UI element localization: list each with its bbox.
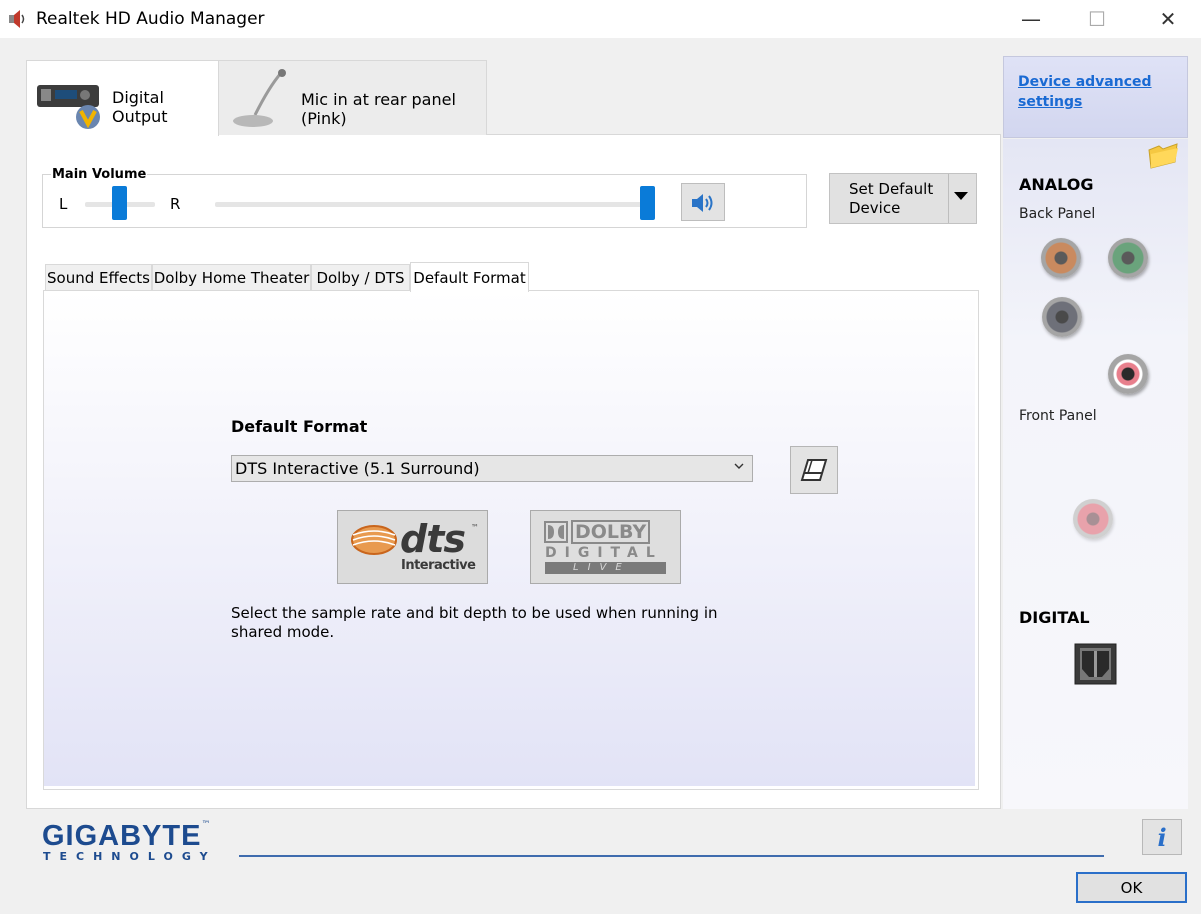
- tab-mic-rear-panel-label: Mic in at rear panel (Pink): [301, 90, 456, 128]
- set-default-device-label: Set Default Device: [849, 180, 933, 218]
- info-icon: i: [1157, 822, 1167, 852]
- eraser-icon: [800, 459, 828, 481]
- default-format-background: [44, 291, 975, 786]
- maximize-button[interactable]: ☐: [1074, 0, 1120, 38]
- tab-default-format[interactable]: Default Format: [410, 262, 529, 292]
- device-advanced-settings-link[interactable]: Device advanced settings: [1018, 72, 1152, 112]
- dts-interactive-button[interactable]: dts ™ Interactive: [337, 510, 488, 584]
- jack-gray[interactable]: [1042, 297, 1082, 337]
- dts-logo-tm: ™: [471, 523, 479, 532]
- balance-slider-thumb[interactable]: [112, 186, 127, 220]
- jack-green[interactable]: [1108, 238, 1148, 278]
- set-default-line2: Device: [849, 199, 901, 217]
- connector-panel: [1003, 139, 1188, 809]
- set-default-line1: Set Default: [849, 180, 934, 198]
- analog-heading: ANALOG: [1019, 175, 1094, 194]
- dolby-digital-live-button[interactable]: DOLBY DIGITAL LIVE: [530, 510, 681, 584]
- tab-dolby-home-theater[interactable]: Dolby Home Theater: [152, 264, 311, 291]
- jack-front-pink[interactable]: [1073, 499, 1113, 539]
- folder-icon[interactable]: [1145, 140, 1181, 170]
- advanced-link-line1: Device advanced: [1018, 74, 1152, 90]
- tab-digital-output[interactable]: Digital Output: [26, 60, 219, 136]
- advanced-link-line2: settings: [1018, 94, 1083, 110]
- minimize-button[interactable]: —: [1008, 0, 1054, 38]
- footer-divider: [239, 855, 1104, 857]
- front-panel-label: Front Panel: [1019, 408, 1097, 424]
- gigabyte-logo-sub: TECHNOLOGY: [43, 850, 217, 863]
- balance-right-label: R: [170, 195, 181, 213]
- dts-logo-sub: Interactive: [401, 558, 476, 573]
- chevron-down-icon: [734, 463, 744, 469]
- digital-heading: DIGITAL: [1019, 608, 1090, 627]
- default-format-description: Select the sample rate and bit depth to …: [231, 604, 718, 641]
- jack-orange[interactable]: [1041, 238, 1081, 278]
- gigabyte-logo: GIGABYTE™ TECHNOLOGY: [42, 820, 217, 863]
- back-panel-label: Back Panel: [1019, 206, 1096, 222]
- dropdown-arrow-icon[interactable]: [954, 192, 968, 200]
- speaker-icon: [692, 194, 713, 212]
- default-format-select[interactable]: DTS Interactive (5.1 Surround): [231, 455, 753, 482]
- dolby-dd-icon: [544, 521, 568, 543]
- dts-logo-word: dts: [400, 517, 466, 561]
- volume-slider-track[interactable]: [215, 202, 650, 207]
- ok-button[interactable]: OK: [1076, 872, 1187, 903]
- default-format-selected-value: DTS Interactive (5.1 Surround): [235, 459, 480, 478]
- restore-defaults-button[interactable]: [790, 446, 838, 494]
- info-button[interactable]: i: [1142, 819, 1182, 855]
- microphone-icon: [233, 69, 286, 127]
- close-button[interactable]: ✕: [1145, 0, 1191, 38]
- window-title: Realtek HD Audio Manager: [36, 9, 265, 29]
- main-volume-title: Main Volume: [51, 167, 148, 182]
- tab-dolby-dts[interactable]: Dolby / DTS: [311, 264, 410, 291]
- set-default-divider: [948, 174, 949, 223]
- dolby-logo-line2: DIGITAL: [545, 545, 663, 561]
- tab-digital-output-label: Digital Output: [112, 88, 168, 126]
- set-default-device-button[interactable]: Set Default Device: [829, 173, 977, 224]
- balance-left-label: L: [59, 195, 68, 213]
- dolby-logo-word: DOLBY: [571, 520, 651, 544]
- tab-sound-effects[interactable]: Sound Effects: [45, 264, 152, 291]
- gigabyte-logo-tm: ™: [201, 820, 211, 830]
- gigabyte-logo-word: GIGABYTE: [42, 820, 202, 852]
- mute-button[interactable]: [681, 183, 725, 221]
- default-format-heading: Default Format: [231, 417, 368, 436]
- advanced-settings-header: Device advanced settings: [1003, 56, 1188, 138]
- dolby-logo-line3: LIVE: [573, 562, 631, 573]
- jack-pink[interactable]: [1108, 354, 1148, 394]
- optical-port-icon[interactable]: [1074, 643, 1117, 685]
- dts-swirl-icon: [351, 525, 397, 555]
- tab-mic-rear-panel[interactable]: Mic in at rear panel (Pink): [218, 60, 487, 135]
- receiver-icon: [37, 85, 100, 129]
- volume-slider-thumb[interactable]: [640, 186, 655, 220]
- speaker-app-icon: [9, 10, 25, 28]
